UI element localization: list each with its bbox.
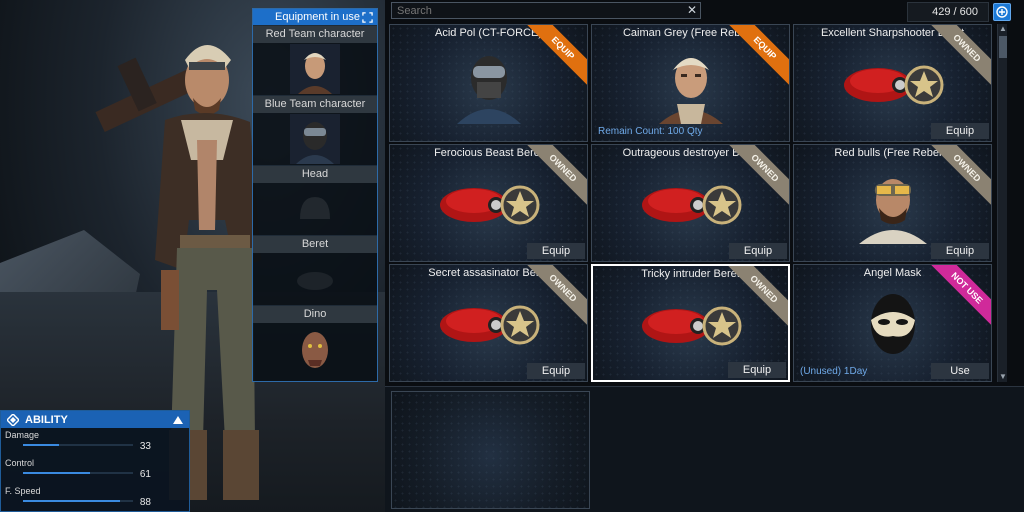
plus-circle-icon	[996, 6, 1008, 18]
stat-value: 61	[139, 469, 151, 480]
clear-search-icon[interactable]: ✕	[686, 4, 698, 16]
item-detail-area	[385, 386, 1024, 512]
item-grid-scrollbar[interactable]: ▲ ▼	[997, 24, 1007, 382]
expand-icon[interactable]	[362, 11, 373, 23]
ability-title: ABILITY	[25, 413, 68, 426]
slot-blue-team-character[interactable]: Blue Team character	[253, 95, 377, 165]
item-card[interactable]: Caiman Grey (Free Rebels) EQUIP Remain Cou…	[591, 24, 790, 142]
stat-value: 88	[139, 497, 151, 508]
slot-label: Red Team character	[253, 26, 377, 43]
item-note: (Unused) 1Day	[800, 366, 868, 377]
item-grid: Acid Pol (CT-FORCE) EQUIP Caiman Grey (Fre…	[389, 24, 995, 382]
equip-button[interactable]: Equip	[931, 243, 989, 259]
stat-value: 33	[139, 441, 151, 452]
slot-label: Beret	[253, 236, 377, 253]
item-card[interactable]: Excellent Sharpshooter Beret OWNED Equip	[793, 24, 992, 142]
stat-bar	[23, 472, 133, 474]
stat-control: Control 61	[1, 456, 189, 484]
equipment-in-use-panel: Equipment in use Red Team character Blue…	[252, 8, 378, 382]
collapse-arrow-icon[interactable]	[173, 415, 183, 424]
stat-bar-fill	[23, 472, 91, 474]
item-card[interactable]: Angel Mask NOT USE (Unused) 1Day Use	[793, 264, 992, 382]
item-card[interactable]: Red bulls (Free Rebels) OWNED Equip	[793, 144, 992, 262]
helmet-silhouette-icon	[300, 197, 330, 219]
beret-silhouette-icon	[297, 272, 333, 290]
equip-button[interactable]: Equip	[931, 123, 989, 139]
equipment-panel-title: Equipment in use	[275, 11, 360, 23]
stat-damage: Damage 33	[1, 428, 189, 456]
item-card[interactable]: Secret assasinator Beret OWNED Equip	[389, 264, 588, 382]
stat-name: Damage	[5, 430, 40, 440]
stat-bar	[23, 444, 133, 446]
ability-header[interactable]: ABILITY	[1, 411, 189, 428]
slot-red-team-character[interactable]: Red Team character	[253, 25, 377, 95]
expand-inventory-button[interactable]	[993, 3, 1011, 21]
item-card[interactable]: Ferocious Beast Beret OWNED Equip	[389, 144, 588, 262]
scroll-thumb[interactable]	[999, 36, 1007, 58]
equip-button[interactable]: Equip	[527, 363, 585, 379]
inventory-topbar: ✕ 429 / 600	[391, 2, 1019, 22]
stat-bar	[23, 500, 133, 502]
equip-button[interactable]: Equip	[527, 243, 585, 259]
slot-dino[interactable]: Dino	[253, 305, 377, 375]
stat-name: Control	[5, 458, 35, 468]
slot-label: Blue Team character	[253, 96, 377, 113]
masked-soldier-icon	[290, 114, 340, 164]
scroll-up-icon[interactable]: ▲	[998, 24, 1008, 34]
stat-name: F. Speed	[5, 486, 41, 496]
slot-beret[interactable]: Beret	[253, 235, 377, 305]
item-card[interactable]: Acid Pol (CT-FORCE) EQUIP	[389, 24, 588, 142]
equip-button[interactable]: Equip	[729, 243, 787, 259]
dino-head-icon	[302, 332, 328, 368]
scroll-down-icon[interactable]: ▼	[998, 372, 1008, 382]
stat-bar-fill	[23, 444, 60, 446]
item-card[interactable]: Outrageous destroyer Beret OWNED Equip	[591, 144, 790, 262]
diamond-icon	[7, 413, 19, 426]
stat-bar-fill	[23, 500, 120, 502]
ability-panel: ABILITY Damage 33 Control 61 F. Speed 88	[0, 410, 190, 512]
equipment-panel-header: Equipment in use	[253, 9, 377, 25]
item-card[interactable]: Tricky intruder Beret OWNED Equip	[591, 264, 790, 382]
empty-item-slot[interactable]	[391, 391, 590, 509]
use-button[interactable]: Use	[931, 363, 989, 379]
item-note: Remain Count: 100 Qty	[598, 126, 703, 137]
inventory-panel: ✕ 429 / 600 Acid Pol (CT-FORCE)EQUIPCaim…	[385, 0, 1024, 512]
stat-fire-speed: F. Speed 88	[1, 484, 189, 512]
equip-button[interactable]: Equip	[728, 362, 786, 378]
slot-label: Head	[253, 166, 377, 183]
search-input[interactable]	[391, 2, 701, 19]
slot-label: Dino	[253, 306, 377, 323]
rebel-character-icon	[290, 44, 340, 94]
inventory-count: 429 / 600	[907, 2, 989, 22]
slot-head[interactable]: Head	[253, 165, 377, 235]
